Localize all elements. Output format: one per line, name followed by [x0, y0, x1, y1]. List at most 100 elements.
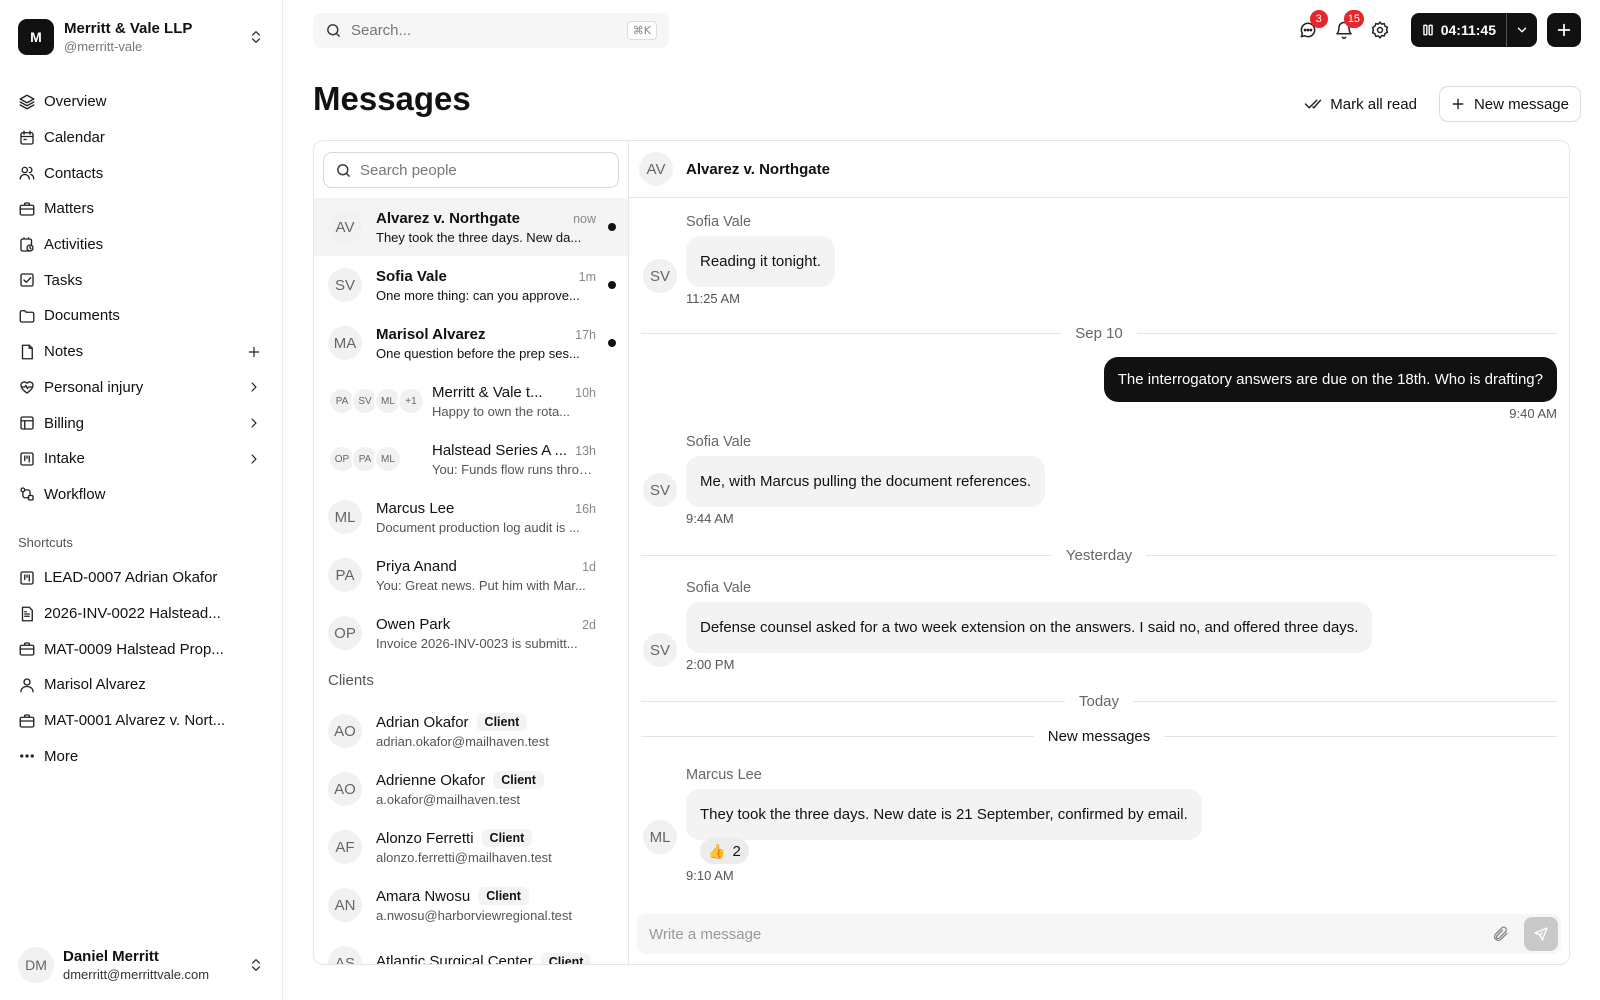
shortcut-2026-inv-0022-halstead[interactable]: 2026-INV-0022 Halstead...	[18, 596, 264, 632]
sidebar-item-intake[interactable]: Intake	[18, 441, 264, 477]
client-item[interactable]: AN Amara Nwosu Client a.nwosu@harborviewreg…	[314, 876, 628, 934]
global-search[interactable]: Search... ⌘K	[313, 13, 669, 48]
shortcut-lead-0007-adrian-okafor[interactable]: LEAD-0007 Adrian Okafor	[18, 560, 264, 596]
user-menu[interactable]: DM Daniel Merritt dmerritt@merrittvale.c…	[18, 944, 264, 986]
sidebar-item-documents[interactable]: Documents	[18, 298, 264, 334]
conversation-item[interactable]: ML Marcus Lee 16h Document production log a…	[314, 488, 628, 546]
sender-avatar: SV	[643, 473, 677, 507]
sidebar-item-workflow[interactable]: Workflow	[18, 477, 264, 513]
sidebar-item-label: Matters	[44, 200, 95, 218]
message-bubble: They took the three days. New date is 21…	[686, 789, 1202, 840]
sidebar-item-label: Notes	[44, 343, 84, 361]
sidebar-item-matters[interactable]: Matters	[18, 191, 264, 227]
shortcut-mat-0001-alvarez-v-nort[interactable]: MAT-0001 Alvarez v. Nort...	[18, 703, 264, 739]
sidebar-item-activities[interactable]: Activities	[18, 227, 264, 263]
quick-create-button[interactable]	[1547, 13, 1581, 47]
messages-panel: Search people AV Alvarez v. Northgate now T…	[313, 140, 1570, 965]
client-name: Atlantic Surgical Center	[376, 953, 533, 964]
message-group: Marcus Lee ML They took the three days. …	[629, 765, 1569, 883]
message-time: 9:40 AM	[1509, 406, 1557, 421]
composer-placeholder: Write a message	[649, 925, 762, 943]
message-sender: Sofia Vale	[686, 214, 752, 230]
conversation-item[interactable]: SV Sofia Vale 1m One more thing: can you ap…	[314, 256, 628, 314]
new-message-label: New message	[1473, 95, 1569, 113]
page-title: Messages	[313, 80, 471, 117]
conversation-item[interactable]: PA SV ML +1 Merritt & Vale t... 10h Happy to o…	[314, 372, 628, 430]
sidebar-item-calendar[interactable]: Calendar	[18, 120, 264, 156]
sidebar-item-label: Personal injury	[44, 378, 144, 396]
kanban-icon	[20, 452, 34, 466]
shortcut-label: Marisol Alvarez	[44, 676, 146, 694]
client-item[interactable]: AO Adrian Okafor Client adrian.okafor@mailh…	[314, 702, 628, 760]
messages-button[interactable]: 3	[1290, 10, 1328, 48]
conversation-name: Alvarez v. Northgate	[376, 209, 520, 227]
billing-icon	[20, 416, 34, 430]
workflow-icon	[20, 487, 34, 502]
sidebar: M Merritt & Vale LLP @merritt-vale Overv…	[0, 0, 283, 1000]
reaction-chip[interactable]: 👍 2	[700, 838, 749, 864]
shortcut-mat-0009-halstead-prop[interactable]: MAT-0009 Halstead Prop...	[18, 631, 264, 667]
conversation-time: 1m	[578, 269, 596, 284]
date-divider-label: Today	[1078, 692, 1120, 710]
new-message-button[interactable]: New message	[1438, 86, 1581, 122]
shortcut-marisol-alvarez[interactable]: Marisol Alvarez	[18, 667, 264, 703]
client-item[interactable]: AO Adrienne Okafor Client a.okafor@mailhave…	[314, 760, 628, 818]
client-email: a.okafor@mailhaven.test	[376, 792, 520, 807]
client-tag: Client	[478, 887, 529, 905]
sidebar-item-personal-injury[interactable]: Personal injury	[18, 370, 264, 406]
sidebar-item-label: Tasks	[44, 271, 83, 289]
conversation-item[interactable]: OP PA ML Halstead Series A ... 13h You: Funds…	[314, 430, 628, 488]
chevrons-up-down-icon	[252, 959, 260, 971]
conversation-preview: Document production log audit is ...	[376, 519, 580, 535]
search-shortcut-hint: ⌘K	[626, 21, 657, 40]
settings-button[interactable]	[1362, 12, 1398, 48]
timer-toggle-button[interactable]: 04:11:45	[1411, 13, 1507, 47]
client-tag: Client	[481, 829, 533, 847]
message-composer[interactable]: Write a message	[637, 914, 1561, 954]
kanban-icon	[20, 571, 34, 585]
client-tag: Client	[476, 713, 528, 731]
plus-icon	[1557, 23, 1571, 37]
activity-clock-icon	[20, 236, 34, 252]
sender-avatar: SV	[643, 259, 677, 293]
sidebar-item-contacts[interactable]: Contacts	[18, 155, 264, 191]
layers-icon	[19, 94, 35, 110]
user-name: Daniel Merritt	[63, 948, 159, 965]
people-search-placeholder: Search people	[360, 161, 457, 179]
sidebar-item-notes[interactable]: Notes	[18, 334, 264, 370]
sidebar-item-billing[interactable]: Billing	[18, 405, 264, 441]
client-item[interactable]: AF Alonzo Ferretti Client alonzo.ferretti@m…	[314, 818, 628, 876]
mark-all-read-button[interactable]: Mark all read	[1304, 95, 1417, 113]
conversation-item[interactable]: AV Alvarez v. Northgate now They took the t…	[314, 198, 628, 256]
notifications-button[interactable]: 15	[1326, 10, 1364, 48]
message-group: Sofia Vale SV Defense counsel asked for …	[629, 578, 1569, 672]
workspace-switcher[interactable]: M Merritt & Vale LLP @merritt-vale	[18, 17, 264, 57]
paperclip-icon[interactable]	[1492, 925, 1510, 943]
client-item[interactable]: AS Atlantic Surgical Center Client	[314, 934, 628, 964]
conversation-list[interactable]: Search people AV Alvarez v. Northgate now T…	[314, 141, 629, 964]
conversation-time: 13h	[575, 443, 596, 458]
people-search-input[interactable]: Search people	[323, 152, 619, 188]
chevron-right-icon	[251, 382, 257, 392]
chevron-down-icon	[1517, 27, 1527, 33]
sidebar-item-tasks[interactable]: Tasks	[18, 262, 264, 298]
conversation-item[interactable]: PA Priya Anand 1d You: Great news. Put him …	[314, 546, 628, 604]
conversation-name: Marcus Lee	[376, 499, 455, 517]
send-button[interactable]	[1524, 917, 1558, 951]
avatar: PA	[328, 558, 362, 592]
message-time: 9:44 AM	[686, 511, 734, 526]
message-time: 2:00 PM	[686, 657, 735, 672]
heart-pulse-icon	[20, 381, 34, 395]
conversation-item[interactable]: MA Marisol Alvarez 17h One question before …	[314, 314, 628, 372]
conversation-item[interactable]: OP Owen Park 2d Invoice 2026-INV-0023 is su…	[314, 604, 628, 662]
shortcut-label: MAT-0009 Halstead Prop...	[44, 640, 224, 658]
sidebar-item-overview[interactable]: Overview	[18, 84, 264, 120]
date-divider: Today	[641, 686, 1557, 716]
client-name: Adrienne Okafor	[376, 771, 486, 789]
shortcut-more[interactable]: More	[18, 738, 264, 774]
new-messages-divider: New messages	[641, 721, 1558, 751]
timer-menu-button[interactable]	[1507, 13, 1537, 47]
shortcuts-list: LEAD-0007 Adrian Okafor 2026-INV-0022 Hal…	[18, 560, 264, 774]
conversation-time: now	[573, 211, 596, 226]
conversation-name: Owen Park	[376, 615, 451, 633]
